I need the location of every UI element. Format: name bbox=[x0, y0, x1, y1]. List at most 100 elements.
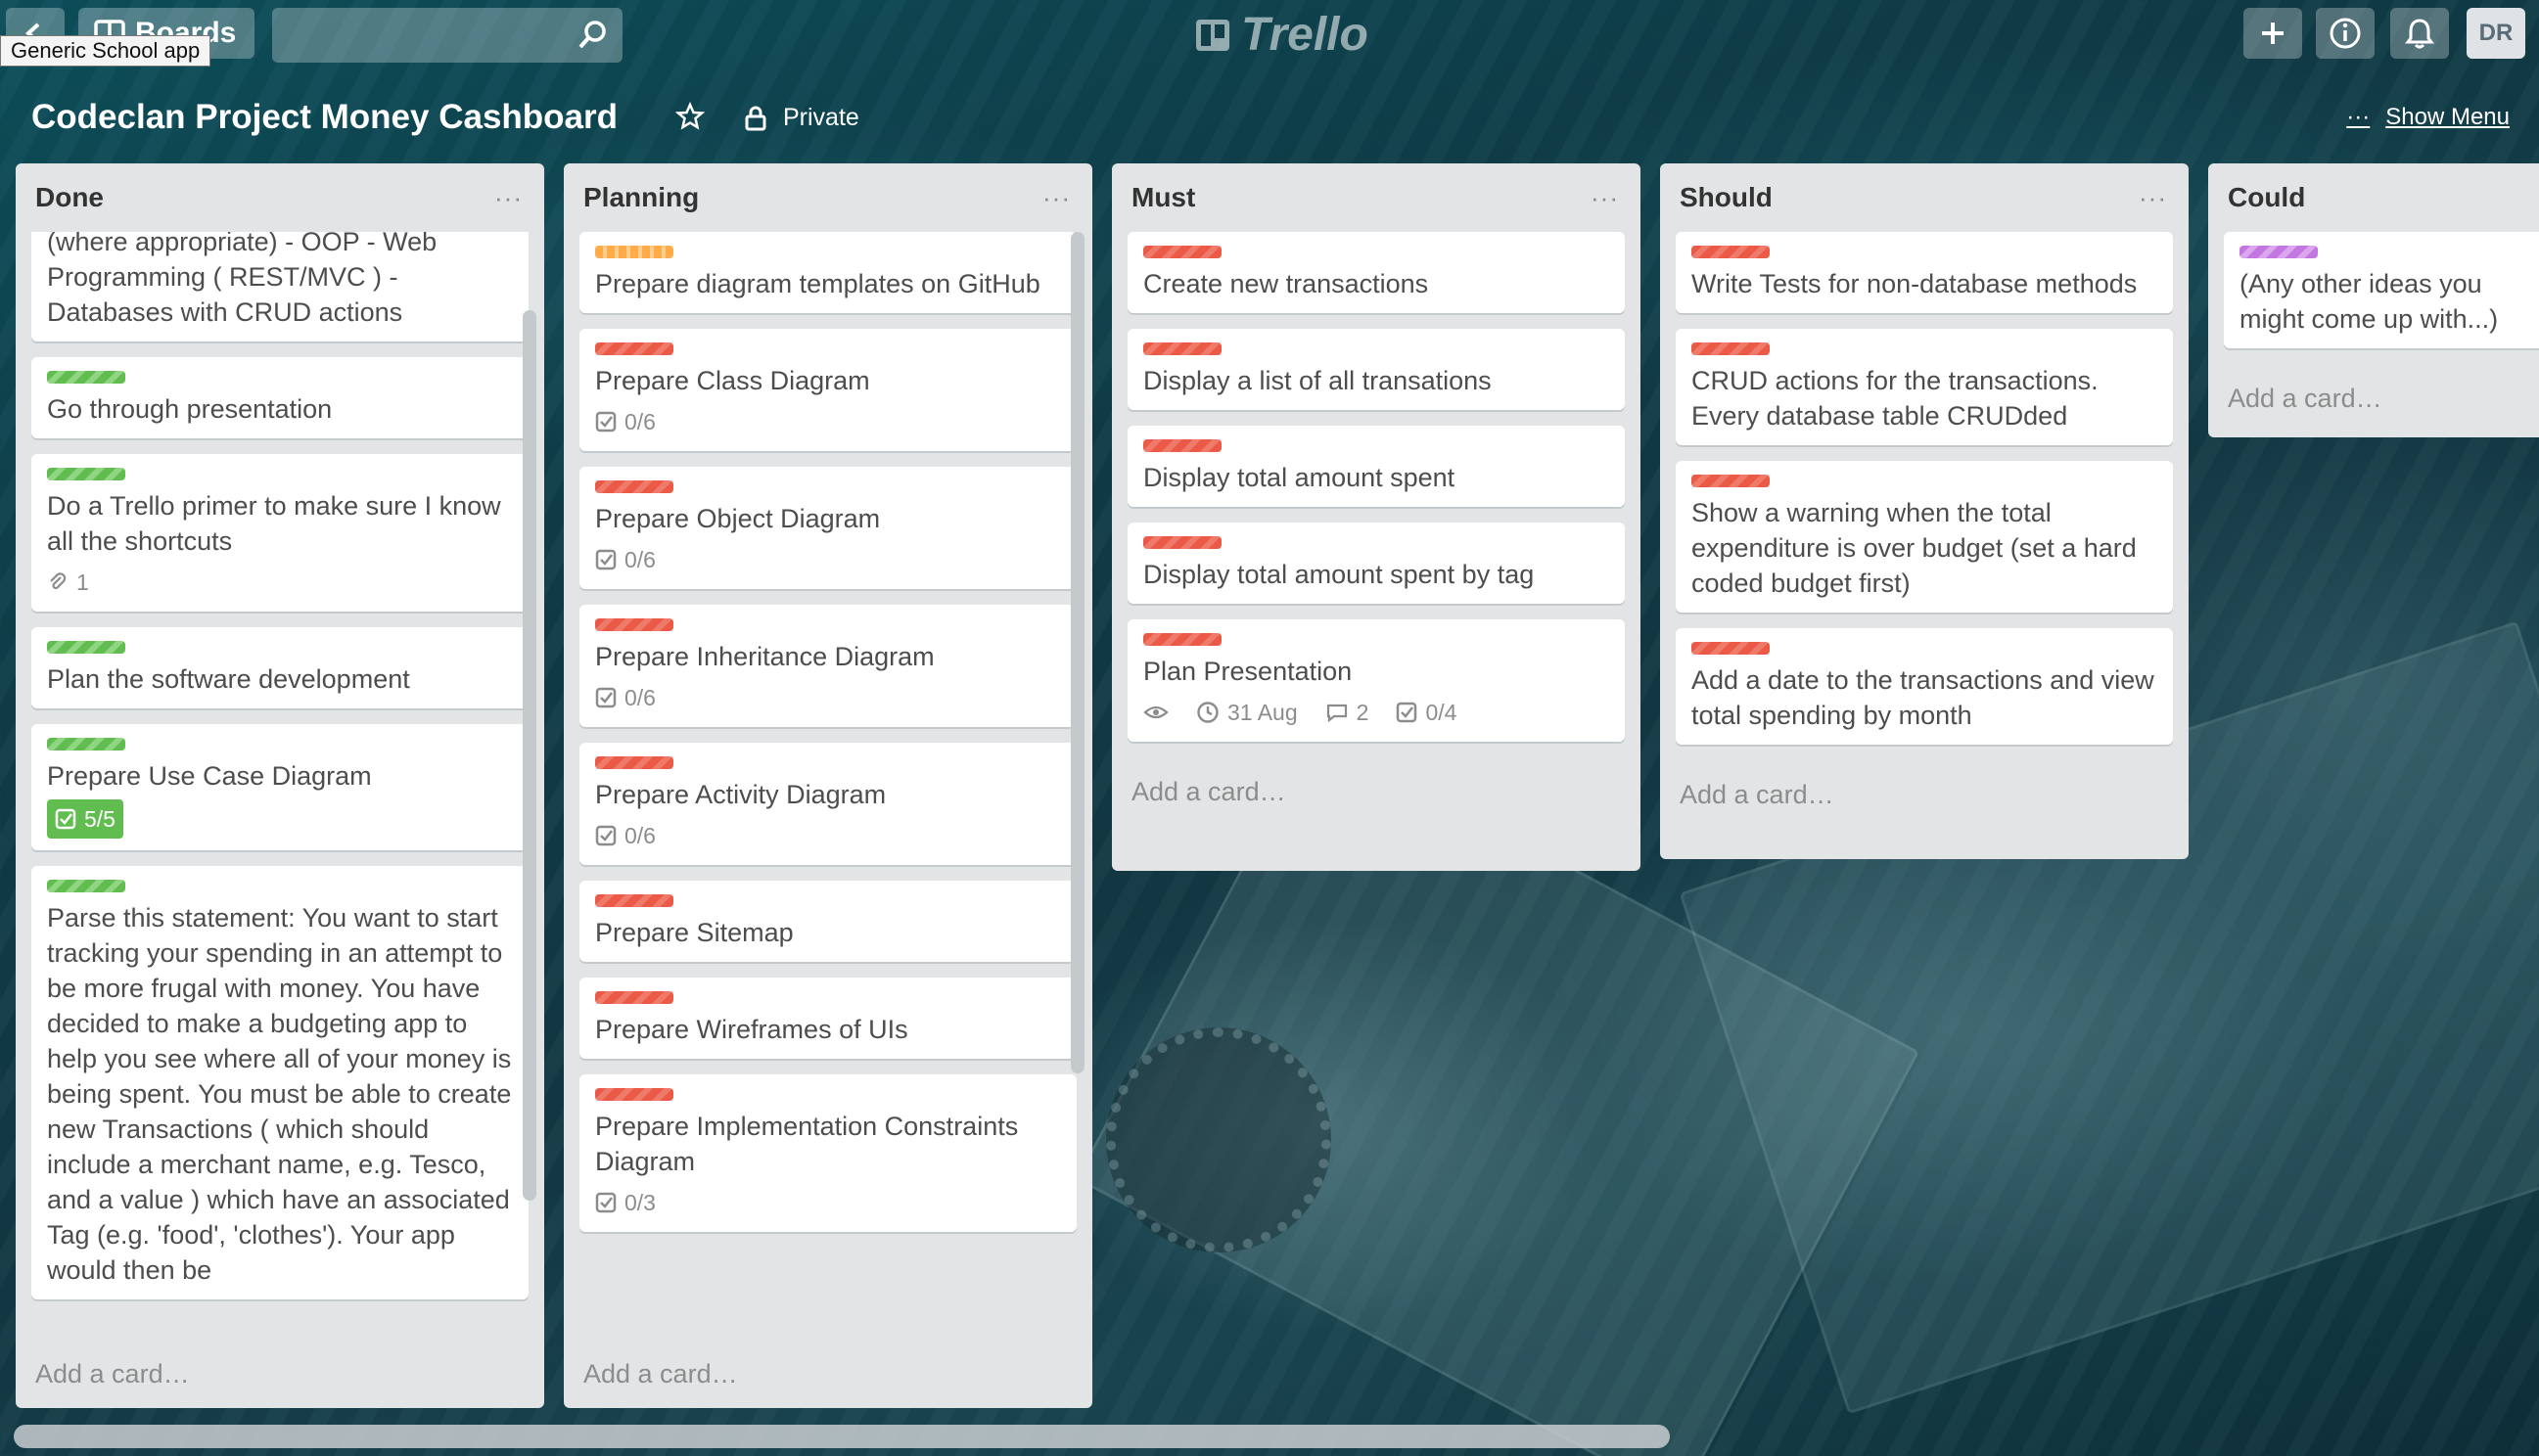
card[interactable]: Prepare Class Diagram 0/6 bbox=[579, 329, 1077, 451]
list-title[interactable]: Must bbox=[1131, 182, 1195, 213]
card-title: Prepare Object Diagram bbox=[595, 504, 881, 533]
card-labels bbox=[595, 618, 1061, 631]
label-red bbox=[1143, 342, 1222, 355]
checklist-badge-value: 0/6 bbox=[624, 685, 656, 710]
card[interactable]: Create new transactions bbox=[1128, 232, 1625, 313]
card[interactable]: CRUD actions for the transactions. Every… bbox=[1676, 329, 2173, 445]
card[interactable]: Do a Trello primer to make sure I know a… bbox=[31, 454, 529, 612]
list-header: Could bbox=[2208, 163, 2539, 232]
list-header: Planning ··· bbox=[564, 163, 1092, 232]
list-done[interactable]: Done ··· (where appropriate) - OOP - Web P… bbox=[16, 163, 544, 1408]
list-should[interactable]: Should ··· Write Tests for non-database me… bbox=[1660, 163, 2189, 859]
add-card-button[interactable]: Add a card… bbox=[2208, 364, 2539, 432]
avatar[interactable]: DR bbox=[2467, 8, 2525, 59]
info-button[interactable] bbox=[2316, 8, 2375, 59]
card[interactable]: Display a list of all transations bbox=[1128, 329, 1625, 410]
add-card-button[interactable]: Add a card… bbox=[1660, 760, 2189, 829]
bell-icon bbox=[2405, 19, 2434, 49]
card[interactable]: Prepare Implementation Constraints Diagr… bbox=[579, 1074, 1077, 1232]
search-input[interactable] bbox=[272, 8, 623, 63]
list-title[interactable]: Could bbox=[2228, 182, 2305, 213]
card-labels bbox=[47, 371, 513, 384]
star-icon[interactable] bbox=[675, 102, 705, 131]
board-title[interactable]: Codeclan Project Money Cashboard bbox=[31, 98, 618, 137]
card-labels bbox=[595, 480, 1061, 493]
card-title: (Any other ideas you might come up with.… bbox=[2239, 269, 2499, 334]
card-labels bbox=[1691, 475, 2157, 487]
card[interactable]: Prepare Object Diagram 0/6 bbox=[579, 467, 1077, 589]
list-planning[interactable]: Planning ··· Prepare diagram templates on … bbox=[564, 163, 1092, 1408]
card[interactable]: Add a date to the transactions and view … bbox=[1676, 628, 2173, 745]
card-badges: 0/3 bbox=[595, 1185, 1061, 1220]
card[interactable]: (Any other ideas you might come up with.… bbox=[2224, 232, 2539, 348]
card-title: Plan Presentation bbox=[1143, 657, 1353, 686]
comments-badge: 2 bbox=[1325, 695, 1369, 730]
label-red bbox=[595, 480, 673, 493]
card[interactable]: Prepare Sitemap bbox=[579, 881, 1077, 962]
card-labels bbox=[595, 894, 1061, 907]
list-could[interactable]: Could (Any other ideas you might come up … bbox=[2208, 163, 2539, 437]
card-list: (where appropriate) - OOP - Web Programm… bbox=[16, 232, 544, 1340]
card[interactable]: Prepare Use Case Diagram 5/5 bbox=[31, 724, 529, 850]
list-header: Must ··· bbox=[1112, 163, 1640, 232]
list-scrollbar[interactable] bbox=[523, 310, 536, 1201]
card[interactable]: Display total amount spent bbox=[1128, 426, 1625, 507]
card[interactable]: Display total amount spent by tag bbox=[1128, 523, 1625, 604]
card[interactable]: Prepare Inheritance Diagram 0/6 bbox=[579, 605, 1077, 727]
label-green bbox=[47, 641, 125, 654]
attachments-badge-value: 1 bbox=[76, 569, 89, 595]
card-title: (where appropriate) - OOP - Web Programm… bbox=[47, 232, 438, 327]
card-title: Prepare Sitemap bbox=[595, 918, 794, 947]
comments-badge-value: 2 bbox=[1356, 700, 1369, 725]
eye-icon bbox=[1143, 703, 1169, 722]
card[interactable]: Parse this statement: You want to start … bbox=[31, 866, 529, 1299]
card-labels bbox=[47, 468, 513, 480]
list-menu-icon[interactable]: ··· bbox=[1042, 183, 1071, 213]
card[interactable]: Prepare Wireframes of UIs bbox=[579, 978, 1077, 1059]
card[interactable]: Prepare Activity Diagram 0/6 bbox=[579, 743, 1077, 865]
card-labels bbox=[595, 756, 1061, 769]
list-menu-icon[interactable]: ··· bbox=[1591, 183, 1619, 213]
add-card-button[interactable]: Add a card… bbox=[16, 1340, 544, 1408]
lock-icon bbox=[744, 106, 767, 131]
card-title: Plan the software development bbox=[47, 664, 410, 694]
card[interactable]: Write Tests for non-database methods bbox=[1676, 232, 2173, 313]
label-green bbox=[47, 880, 125, 892]
card-labels bbox=[595, 991, 1061, 1004]
trello-logo[interactable]: Trello bbox=[1194, 8, 1368, 62]
card[interactable]: Prepare diagram templates on GitHub bbox=[579, 232, 1077, 313]
list-menu-icon[interactable]: ··· bbox=[2139, 183, 2167, 213]
card-labels bbox=[1691, 642, 2157, 655]
label-red bbox=[1143, 536, 1222, 549]
card-title: Display total amount spent by tag bbox=[1143, 560, 1535, 589]
tooltip: Generic School app bbox=[0, 35, 211, 67]
label-red bbox=[595, 991, 673, 1004]
card[interactable]: (where appropriate) - OOP - Web Programm… bbox=[31, 232, 529, 341]
card-title: Create new transactions bbox=[1143, 269, 1429, 298]
list-menu-icon[interactable]: ··· bbox=[494, 183, 523, 213]
checklist-badge-value: 0/6 bbox=[624, 409, 656, 434]
card-labels bbox=[47, 880, 513, 892]
check-icon bbox=[595, 411, 617, 432]
add-button[interactable] bbox=[2243, 8, 2302, 59]
list-must[interactable]: Must ··· Create new transactions Display a … bbox=[1112, 163, 1640, 871]
notifications-button[interactable] bbox=[2390, 8, 2449, 59]
visibility-button[interactable]: Private bbox=[783, 104, 859, 132]
horizontal-scrollbar[interactable] bbox=[14, 1425, 1670, 1448]
card[interactable]: Plan Presentation 31 Aug 2 0/4 bbox=[1128, 619, 1625, 742]
list-title[interactable]: Done bbox=[35, 182, 104, 213]
card-labels bbox=[47, 641, 513, 654]
list-scrollbar[interactable] bbox=[1071, 232, 1085, 1073]
add-card-button[interactable]: Add a card… bbox=[1112, 757, 1640, 826]
card[interactable]: Show a warning when the total expenditur… bbox=[1676, 461, 2173, 613]
add-card-button[interactable]: Add a card… bbox=[564, 1340, 1092, 1408]
card-title: Prepare diagram templates on GitHub bbox=[595, 269, 1040, 298]
label-green bbox=[47, 371, 125, 384]
checklist-badge: 0/6 bbox=[595, 680, 656, 715]
list-title[interactable]: Should bbox=[1680, 182, 1773, 213]
card[interactable]: Plan the software development bbox=[31, 627, 529, 708]
card[interactable]: Go through presentation bbox=[31, 357, 529, 438]
list-title[interactable]: Planning bbox=[583, 182, 699, 213]
show-menu-link[interactable]: ··· Show Menu bbox=[2346, 104, 2510, 131]
clock-icon bbox=[1196, 701, 1220, 724]
